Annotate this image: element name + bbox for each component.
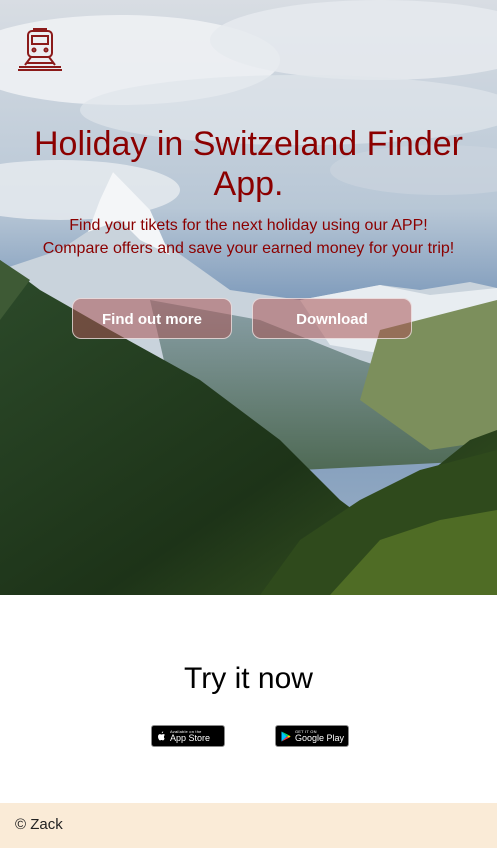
google-play-label: Google Play	[295, 732, 345, 743]
find-out-more-button[interactable]: Find out more	[72, 298, 232, 339]
footer-copyright: © Zack	[15, 816, 63, 833]
footer: © Zack	[0, 803, 497, 848]
download-button[interactable]: Download	[252, 298, 412, 339]
train-icon[interactable]	[17, 27, 63, 73]
app-store-badge[interactable]: Available on the App Store	[151, 725, 225, 747]
hero-subtitle: Find your tikets for the next holiday us…	[10, 214, 487, 260]
google-play-badge[interactable]: GET IT ON Google Play	[275, 725, 349, 747]
page-title: Holiday in Switzeland Finder App.	[34, 125, 463, 203]
mountain-background-image	[0, 0, 497, 595]
apple-icon	[158, 731, 165, 740]
hero-subtitle-line: Find your tikets for the next holiday us…	[69, 217, 428, 234]
app-store-label: App Store	[170, 732, 211, 743]
hero-subtitle-line: Compare offers and save your earned mone…	[42, 240, 455, 257]
try-now-heading: Try it now	[184, 662, 313, 695]
hero-section: Holiday in Switzeland Finder App. Find y…	[0, 0, 497, 595]
google-play-icon	[281, 731, 291, 741]
